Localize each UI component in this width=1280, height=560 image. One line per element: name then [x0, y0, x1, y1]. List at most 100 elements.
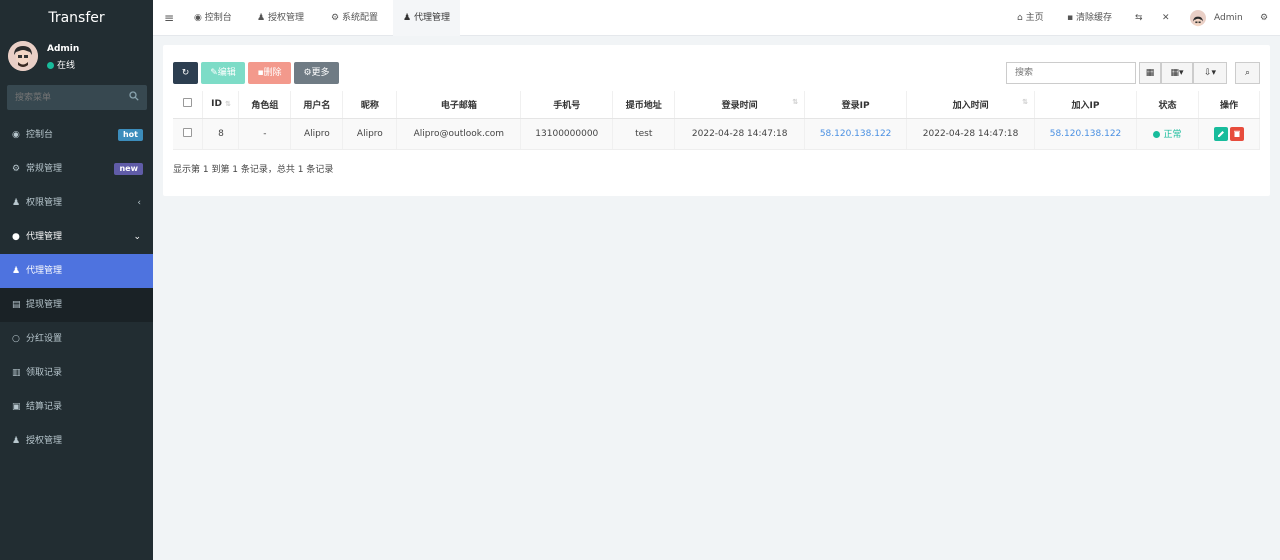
- column-header-label: 电子邮箱: [440, 100, 477, 111]
- list-alt-icon: ▣: [12, 402, 21, 412]
- users-icon: ♟: [12, 198, 21, 208]
- advanced-search-button[interactable]: ⌕: [1235, 62, 1260, 84]
- sidebar-item-permission[interactable]: ♟ 权限管理 ‹: [0, 186, 153, 220]
- sidebar-item-dividend[interactable]: ○ 分红设置: [0, 322, 153, 356]
- cell-role: -: [238, 118, 292, 150]
- row-checkbox[interactable]: [183, 127, 193, 137]
- row-delete-button[interactable]: [1229, 126, 1244, 141]
- user-panel: Admin 在线: [0, 36, 153, 81]
- login-ip-link[interactable]: 58.120.138.122: [820, 129, 892, 139]
- sidebar-menu: ◉ 控制台 hot ⚙ 常规管理 new ♟ 权限管理 ‹ ● 代理管理 ⌄ ♟ 代理管理…: [0, 118, 153, 458]
- pencil-icon: ✎: [210, 68, 218, 78]
- sidebar-item-general[interactable]: ⚙ 常规管理 new: [0, 152, 153, 186]
- toggle-view-button[interactable]: ▦: [1139, 62, 1161, 84]
- select-all-checkbox[interactable]: [183, 98, 193, 108]
- avatar: [8, 41, 38, 71]
- top-navbar: ≡ ◉ 控制台 ♟ 授权管理 ⚙ 系统配置 ♟ 代理管理 ⌂ 主页 ▪ 清除缓存…: [153, 0, 1280, 36]
- status-badge: 正常: [1163, 130, 1182, 140]
- row-select-cell[interactable]: [173, 118, 204, 150]
- column-header: 提币地址: [612, 91, 676, 119]
- search-icon: ⌕: [1244, 68, 1251, 78]
- avatar[interactable]: [1190, 10, 1206, 27]
- table-row[interactable]: 8 - Alipro Alipro Alipro@outlook.com 131…: [173, 118, 1261, 150]
- column-header-label: 加入时间: [952, 100, 989, 111]
- sidebar-item-label: 控制台: [26, 130, 54, 140]
- row-edit-button[interactable]: [1213, 126, 1228, 141]
- column-header: 手机号: [520, 91, 614, 119]
- table-search-input[interactable]: [1006, 62, 1136, 84]
- tab-auth[interactable]: ♟ 授权管理: [257, 0, 304, 36]
- money-icon: ▤: [12, 300, 21, 310]
- fullscreen-icon[interactable]: ✕: [1162, 0, 1170, 36]
- cell-nickname: Alipro: [342, 118, 398, 150]
- cell-join-ip: 58.120.138.122: [1034, 118, 1137, 150]
- cell-join-time: 2022-04-28 14:47:18: [906, 118, 1036, 150]
- cell-login-ip: 58.120.138.122: [804, 118, 908, 150]
- admin-menu[interactable]: Admin: [1214, 0, 1243, 36]
- sidebar-search-input[interactable]: [7, 85, 122, 110]
- content-panel: ↻ ✎编辑 ▪删除 ⚙更多 ▦ ▦▾ ⇩▾ ⌕ ID⇅ 角色组 用户名 昵称 电…: [163, 45, 1270, 196]
- refresh-button[interactable]: ↻: [173, 62, 198, 84]
- more-button[interactable]: ⚙更多: [294, 62, 339, 84]
- new-badge: new: [114, 163, 143, 175]
- menu-toggle-icon[interactable]: ≡: [164, 0, 174, 36]
- tab-agent[interactable]: ♟ 代理管理: [393, 0, 460, 36]
- translate-icon[interactable]: ⇆: [1135, 0, 1143, 36]
- sort-icon: ⇅: [792, 97, 799, 106]
- cogs-icon[interactable]: ⚙: [1260, 0, 1268, 36]
- sidebar-item-auth[interactable]: ♟ 授权管理: [0, 424, 153, 458]
- home-label: 主页: [1025, 13, 1044, 23]
- edit-label: 编辑: [217, 68, 236, 78]
- sidebar-item-agent-group[interactable]: ● 代理管理 ⌄: [0, 220, 153, 254]
- column-header: 用户名: [290, 91, 344, 119]
- cell-id: 8: [202, 118, 240, 150]
- columns-button[interactable]: ▦▾: [1161, 62, 1193, 84]
- tab-label: 授权管理: [267, 13, 304, 23]
- refresh-icon: ↻: [181, 68, 190, 78]
- sidebar-item-label: 授权管理: [26, 436, 63, 446]
- app-brand[interactable]: Transfer: [0, 0, 153, 36]
- export-icon: ⇩▾: [1203, 68, 1217, 78]
- search-icon[interactable]: [129, 91, 139, 101]
- trash-icon: ▪: [1067, 13, 1076, 23]
- column-header[interactable]: ID ⇅: [202, 91, 240, 119]
- join-ip-link[interactable]: 58.120.138.122: [1050, 129, 1122, 139]
- column-header-label: ID: [211, 99, 222, 110]
- delete-button[interactable]: ▪删除: [248, 62, 291, 84]
- gear-icon: ⚙: [303, 68, 312, 78]
- home-icon: ⌂: [1017, 13, 1026, 23]
- home-link[interactable]: ⌂ 主页: [1017, 0, 1044, 36]
- dashboard-icon: ◉: [194, 13, 205, 23]
- tab-system-config[interactable]: ⚙ 系统配置: [331, 0, 378, 36]
- sidebar-item-dashboard[interactable]: ◉ 控制台 hot: [0, 118, 153, 152]
- column-header[interactable]: 加入时间 ⇅: [906, 91, 1036, 119]
- tab-label: 系统配置: [341, 13, 378, 23]
- user-status-label: 在线: [57, 61, 76, 71]
- user-icon: ♟: [12, 266, 21, 276]
- pagination-summary: 显示第 1 到第 1 条记录，总共 1 条记录: [173, 165, 334, 175]
- sidebar-item-claim[interactable]: ▥ 领取记录: [0, 356, 153, 390]
- chevron-left-icon: ‹: [137, 198, 141, 208]
- more-label: 更多: [311, 68, 330, 78]
- users-icon: ♟: [257, 13, 268, 23]
- cell-login-time: 2022-04-28 14:47:18: [674, 118, 806, 150]
- status-dot-icon: [1153, 131, 1161, 138]
- sidebar-item-agent[interactable]: ♟ 代理管理: [0, 254, 153, 288]
- tab-dashboard[interactable]: ◉ 控制台: [194, 0, 232, 36]
- dashboard-icon: ◉: [12, 130, 20, 140]
- sidebar-item-withdraw[interactable]: ▤ 提现管理: [0, 288, 153, 322]
- clear-cache-link[interactable]: ▪ 清除缓存: [1067, 0, 1112, 36]
- column-header: 加入IP: [1034, 91, 1137, 119]
- column-header[interactable]: 登录时间 ⇅: [674, 91, 806, 119]
- sidebar-item-label: 提现管理: [26, 300, 63, 310]
- circle-icon: ○: [12, 334, 20, 344]
- export-button[interactable]: ⇩▾: [1193, 62, 1227, 84]
- sidebar-item-settlement[interactable]: ▣ 结算记录: [0, 390, 153, 424]
- select-all-header[interactable]: [173, 91, 204, 119]
- edit-button[interactable]: ✎编辑: [201, 62, 245, 84]
- cell-status: 正常: [1136, 118, 1199, 150]
- user-status: 在线: [47, 58, 75, 71]
- tab-label: 控制台: [204, 13, 232, 23]
- column-header-label: 手机号: [553, 100, 581, 111]
- column-header-label: 昵称: [360, 100, 379, 111]
